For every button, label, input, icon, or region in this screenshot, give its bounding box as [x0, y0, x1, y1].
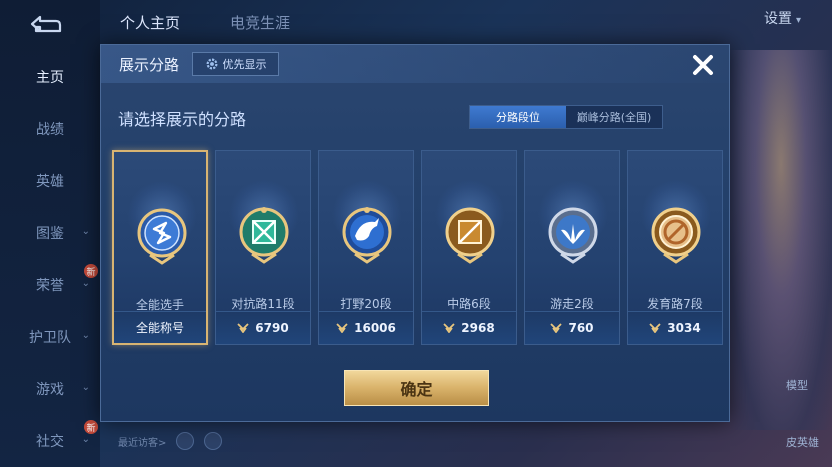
rank-points-value: 6790: [255, 321, 289, 335]
card-footer: 760: [525, 311, 619, 344]
card-footer: 16006: [319, 311, 413, 344]
lane-card-farm[interactable]: 发育路7段 3034: [627, 150, 723, 345]
card-footer: 3034: [628, 311, 722, 344]
left-navigation: 主页 战绩 英雄 图鉴 ⌄ 荣誉 ⌄ 新 护卫队 ⌄ 游戏 ⌄ 社交 ⌄ 新: [0, 0, 100, 467]
tab-profile[interactable]: 个人主页: [120, 12, 180, 33]
visitor-bar: 最近访客>: [118, 432, 223, 450]
roam-emblem-icon: [548, 207, 598, 264]
lane-name: 游走2段: [550, 297, 594, 311]
lane-name: 发育路7段: [647, 297, 703, 311]
back-arrow-icon[interactable]: [22, 10, 66, 38]
model-button[interactable]: 模型: [786, 377, 808, 393]
tab-esports[interactable]: 电竞生涯: [230, 12, 290, 33]
chevron-down-icon: ⌄: [81, 434, 90, 445]
rank-points-icon: [237, 323, 249, 333]
lane-display-dialog: 展示分路 优先显示 请选择展示的分路 分路段位 巅峰分路(全国) 全能选手 全能…: [100, 44, 730, 422]
lane-name: 对抗路11段: [231, 297, 295, 311]
all-round-title: 全能称号: [135, 321, 184, 335]
mid-lane-emblem-icon: [445, 207, 495, 264]
chevron-down-icon: ⌄: [81, 382, 90, 393]
settings-button[interactable]: 设置 ▾: [764, 8, 801, 28]
chevron-down-icon: ⌄: [81, 226, 90, 237]
all-round-emblem-icon: [137, 208, 187, 265]
visitor-avatar[interactable]: [204, 432, 223, 450]
nav-item-heroes[interactable]: 英雄: [0, 166, 100, 196]
jungle-emblem-icon: [342, 207, 392, 264]
dialog-title: 展示分路: [119, 56, 180, 74]
new-badge: 新: [84, 264, 98, 278]
nav-item-games[interactable]: 游戏 ⌄: [0, 374, 100, 404]
clash-lane-emblem-icon: [239, 207, 289, 264]
lane-card-jungle[interactable]: 打野20段 16006: [318, 150, 414, 345]
lane-card-all-round[interactable]: 全能选手 全能称号: [112, 150, 208, 345]
farm-lane-emblem-icon: [651, 207, 701, 264]
rank-points-value: 2968: [461, 321, 495, 335]
nav-item-home[interactable]: 主页: [0, 62, 100, 92]
hero-artwork: [730, 50, 832, 430]
new-badge: 新: [84, 420, 98, 434]
card-footer: 2968: [422, 311, 516, 344]
lane-name: 打野20段: [340, 297, 392, 311]
nav-item-codex[interactable]: 图鉴 ⌄: [0, 218, 100, 248]
lane-type-toggle: 分路段位 巅峰分路(全国): [469, 105, 663, 129]
lane-name: 中路6段: [447, 297, 491, 311]
rank-points-icon: [443, 323, 455, 333]
rank-points-icon: [336, 323, 348, 333]
visitor-avatar[interactable]: [176, 432, 195, 450]
top-tabs: 个人主页 电竞生涯: [120, 12, 290, 33]
tab-lane-rank[interactable]: 分路段位: [470, 106, 566, 128]
card-footer: 6790: [216, 311, 310, 344]
lane-card-clash[interactable]: 对抗路11段 6790: [215, 150, 311, 345]
tab-peak-lane[interactable]: 巅峰分路(全国): [566, 106, 662, 128]
nav-item-guard[interactable]: 护卫队 ⌄: [0, 322, 100, 352]
rank-points-value: 3034: [667, 321, 701, 335]
chevron-down-icon: ⌄: [81, 278, 90, 289]
gear-icon: [206, 58, 217, 70]
priority-display-button[interactable]: 优先显示: [192, 52, 279, 76]
close-icon[interactable]: [689, 51, 717, 79]
chevron-down-icon: ⌄: [81, 330, 90, 341]
rank-points-icon: [550, 323, 563, 333]
hero-skin-button[interactable]: 皮英雄: [786, 434, 819, 450]
chevron-down-icon: ▾: [796, 15, 802, 26]
lane-card-mid[interactable]: 中路6段 2968: [421, 150, 517, 345]
rank-points-value: 760: [568, 321, 594, 335]
nav-item-record[interactable]: 战绩: [0, 114, 100, 144]
confirm-button[interactable]: 确定: [344, 370, 489, 406]
dialog-subtitle: 请选择展示的分路: [118, 110, 247, 129]
recent-visitors-link[interactable]: 最近访客>: [118, 434, 166, 449]
card-footer: 全能称号: [114, 311, 206, 343]
rank-points-icon: [649, 323, 661, 333]
lane-card-roam[interactable]: 游走2段 760: [524, 150, 620, 345]
rank-points-value: 16006: [354, 321, 396, 335]
